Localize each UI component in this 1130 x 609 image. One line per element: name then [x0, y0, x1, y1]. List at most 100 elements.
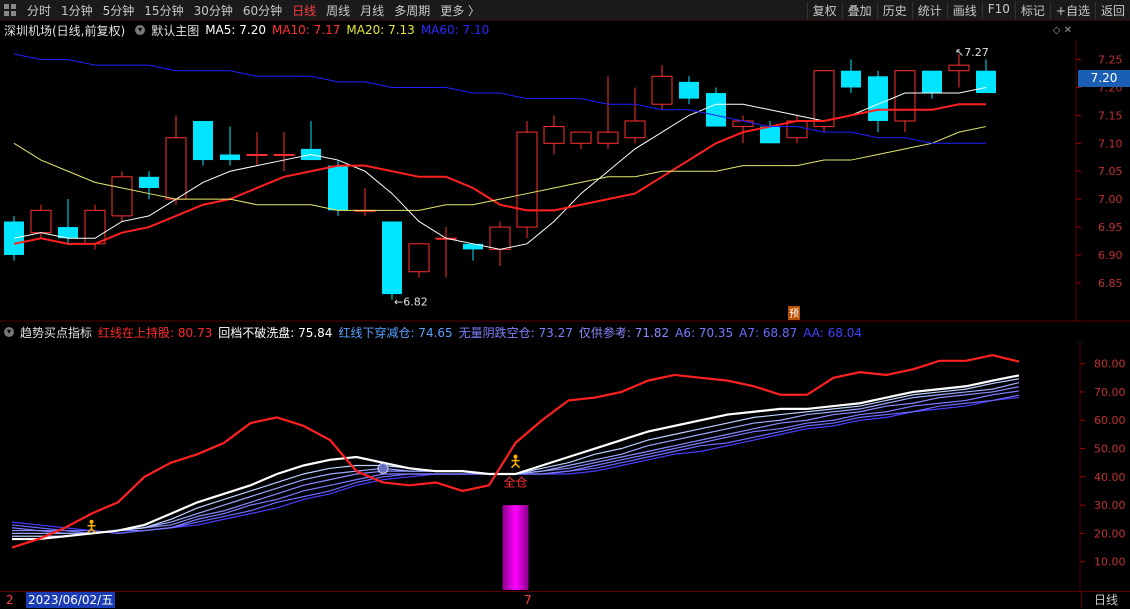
- candle: [4, 215, 24, 261]
- shield-signal-icon: [377, 462, 389, 474]
- candle-body-down: [220, 154, 240, 161]
- panel-corner-icons[interactable]: ◇ ✕: [1053, 25, 1072, 36]
- candle: [624, 87, 646, 144]
- forecast-marker: 预: [788, 306, 800, 320]
- toolbar-buttons: 复权 叠加 历史 统计 画线 F10 标记 +自选 返回: [806, 1, 1130, 19]
- toolbar-button-0[interactable]: 复权: [806, 1, 842, 19]
- period-tab-8[interactable]: 月线: [355, 2, 389, 19]
- indicator-value-3: 无量阴跌空仓: 73.27: [458, 325, 573, 340]
- toolbar-button-8[interactable]: 返回: [1094, 1, 1130, 19]
- candle-body-up: [624, 120, 646, 139]
- candle: [328, 160, 348, 216]
- candle-body-up: [516, 131, 538, 228]
- grid-menu-icon[interactable]: [4, 4, 16, 16]
- indicator-value-5: A6: 70.35: [675, 325, 734, 340]
- chevron-down-icon[interactable]: ▾: [4, 327, 14, 337]
- indicator-chart[interactable]: 10.00 20.00 30.00 40.00 50.00 60.00 70.00 80.00…: [0, 341, 1130, 590]
- toolbar-button-2[interactable]: 历史: [876, 1, 912, 19]
- candle-body-down: [382, 221, 402, 295]
- candle: [516, 120, 538, 239]
- period-tabs: 分时 1分钟 5分钟 15分钟 30分钟 60分钟 日线 周线 月线 多周期 更多 〉: [0, 2, 485, 19]
- main-info-bar: 深圳机场(日线,前复权) ▾ 默认主图 MA5: 7.20 MA10: 7.17…: [0, 21, 1130, 39]
- price-tick-label: 7.10: [1098, 137, 1123, 150]
- period-tab-1[interactable]: 1分钟: [56, 2, 98, 19]
- candle-body-down: [679, 81, 699, 99]
- price-tick-label: 6.95: [1098, 221, 1123, 234]
- toolbar-button-7[interactable]: +自选: [1049, 1, 1095, 19]
- candlestick-chart[interactable]: 6.85 6.90 6.95 7.00 7.05 7.10 7.15 7.20 7.25 ←6.8…: [0, 40, 1130, 322]
- template-name[interactable]: 默认主图: [151, 22, 199, 39]
- candle-body-up: [570, 131, 592, 144]
- candle-body-up: [246, 153, 268, 156]
- buy-signal-icon: [510, 454, 521, 469]
- candle: [193, 120, 213, 166]
- candle: [651, 65, 673, 110]
- candle-body-down: [463, 243, 483, 250]
- candle-body-up: [813, 70, 835, 128]
- current-price-box: 7.20: [1078, 70, 1130, 87]
- toolbar-button-4[interactable]: 画线: [946, 1, 982, 19]
- candle: [570, 131, 592, 149]
- period-tab-2[interactable]: 5分钟: [98, 2, 140, 19]
- magenta-signal-bar: [502, 505, 529, 590]
- period-tab-4[interactable]: 30分钟: [189, 2, 238, 19]
- candle: [841, 59, 861, 94]
- ma-line: [13, 126, 987, 211]
- indicator-value-0: 红线在上持股: 80.73: [98, 325, 213, 340]
- ma10-value: MA10: 7.17: [271, 23, 341, 37]
- price-tick-label: 7.05: [1098, 165, 1123, 178]
- toolbar-button-5[interactable]: F10: [981, 1, 1015, 19]
- candle: [679, 76, 699, 105]
- indicator-tick-label: 20.00: [1094, 527, 1126, 540]
- toolbar-button-3[interactable]: 统计: [911, 1, 947, 19]
- time-axis-bar: 2 2023/06/02/五 7 日线: [0, 591, 1130, 609]
- candle: [408, 243, 430, 278]
- candle: [382, 221, 402, 300]
- candle: [813, 70, 835, 133]
- period-tab-6[interactable]: 日线: [287, 2, 321, 19]
- candle: [463, 243, 483, 261]
- chevron-down-icon[interactable]: ▾: [135, 25, 146, 35]
- candle-body-down: [868, 76, 888, 121]
- indicator-name[interactable]: 趋势买点指标: [20, 324, 92, 341]
- candle-body-up: [111, 176, 133, 217]
- indicator-info-bar: ▾ 趋势买点指标 红线在上持股: 80.73 回档不破洗盘: 75.84 红线下穿减…: [0, 323, 1130, 341]
- indicator-value-4: 仅供参考: 71.82: [578, 325, 670, 340]
- candle-body-down: [841, 70, 861, 88]
- toolbar-button-1[interactable]: 叠加: [841, 1, 877, 19]
- candle: [894, 70, 916, 133]
- candle-body-up: [165, 137, 187, 200]
- period-tab-10[interactable]: 更多 〉: [435, 2, 485, 19]
- signal-body: [86, 523, 97, 534]
- candle-body-up: [489, 226, 511, 250]
- candle-body-down: [706, 93, 726, 127]
- candle: [165, 115, 187, 205]
- period-tab-3[interactable]: 15分钟: [139, 2, 188, 19]
- axis-month-mark: 7: [524, 593, 532, 607]
- axis-start-mark: 2: [6, 593, 14, 607]
- candle-body-down: [976, 70, 996, 94]
- candle-body-up: [273, 153, 295, 156]
- price-tick-label: 6.85: [1098, 277, 1123, 290]
- period-tab-9[interactable]: 多周期: [389, 2, 435, 19]
- full-position-label: 全仓: [504, 475, 528, 490]
- candle: [976, 59, 996, 94]
- candle-body-down: [139, 176, 159, 188]
- signal-body: [510, 458, 521, 469]
- period-tab-0[interactable]: 分时: [22, 2, 56, 19]
- candle: [786, 115, 808, 144]
- candle-body-down: [328, 165, 348, 211]
- indicator-tick-label: 60.00: [1094, 414, 1126, 427]
- indicator-tick-label: 40.00: [1094, 471, 1126, 484]
- period-label[interactable]: 日线: [1081, 592, 1130, 608]
- period-tab-5[interactable]: 60分钟: [238, 2, 287, 19]
- candle: [543, 115, 565, 155]
- indicator-tick-label: 70.00: [1094, 386, 1126, 399]
- candle-body-up: [786, 120, 808, 139]
- toolbar-button-6[interactable]: 标记: [1014, 1, 1050, 19]
- candle-body-down: [922, 70, 942, 94]
- signal-head: [513, 454, 518, 459]
- period-tab-7[interactable]: 周线: [321, 2, 355, 19]
- indicator-tick-label: 80.00: [1094, 358, 1126, 371]
- candle-body-up: [408, 243, 430, 273]
